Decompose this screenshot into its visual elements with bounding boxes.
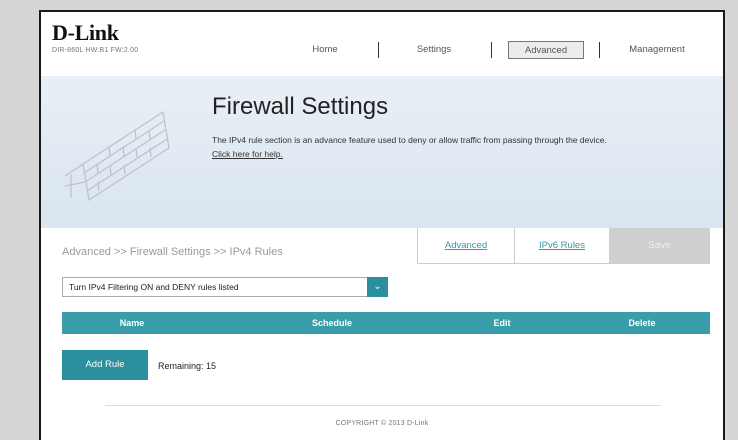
nav-home[interactable]: Home [303,41,347,59]
nav-settings[interactable]: Settings [408,41,460,59]
page-description: The IPv4 rule section is an advance feat… [212,135,607,145]
tab-advanced[interactable]: Advanced [417,228,515,264]
column-edit: Edit [493,318,511,328]
chevron-down-icon[interactable]: ⌄ [367,277,388,297]
nav-separator [378,42,379,58]
nav-management[interactable]: Management [619,41,695,59]
column-schedule: Schedule [311,318,352,328]
tab-ipv6-rules[interactable]: IPv6 Rules [514,228,610,264]
copyright: COPYRIGHT © 2013 D-Link [335,420,429,427]
page-banner: Firewall Settings The IPv4 rule section … [41,76,723,228]
breadcrumb: Advanced >> Firewall Settings >> IPv4 Ru… [62,246,283,258]
nav-advanced[interactable]: Advanced [508,41,584,59]
ipv4-filter-select[interactable]: Turn IPv4 Filtering ON and DENY rules li… [62,277,388,297]
column-name: Name [119,318,145,328]
save-button[interactable]: Save [609,228,710,264]
ipv4-filter-value: Turn IPv4 Filtering ON and DENY rules li… [69,282,239,292]
remaining-count: Remaining: 15 [158,361,217,371]
add-rule-button[interactable]: Add Rule [62,350,148,380]
column-delete: Delete [628,318,656,328]
router-admin-page: D-Link DIR-860L HW:B1 FW:2.00 Home Setti… [39,10,725,440]
nav-separator [599,42,600,58]
top-nav: Home Settings Advanced Management [41,41,723,61]
breadcrumb-bar: Advanced >> Firewall Settings >> IPv4 Ru… [41,228,723,273]
rules-table-header: Name Schedule Edit Delete [62,312,710,334]
page-title: Firewall Settings [212,93,389,120]
help-link[interactable]: Click here for help. [212,149,283,159]
firewall-icon [65,110,170,202]
footer-divider [105,405,661,406]
nav-separator [491,42,492,58]
